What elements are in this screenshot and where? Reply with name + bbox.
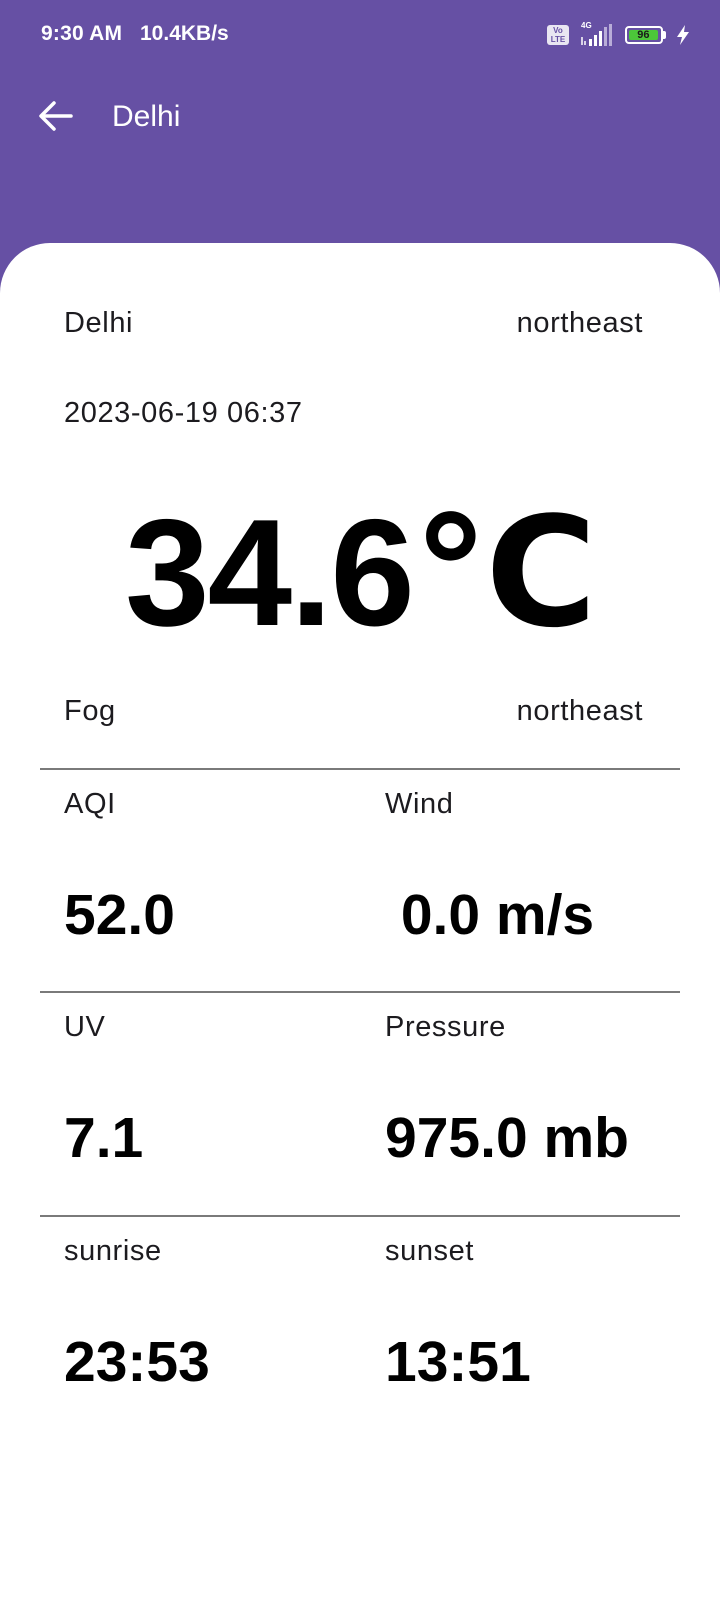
battery-icon: 96 bbox=[625, 26, 666, 44]
wind-direction-top: northeast bbox=[516, 307, 643, 339]
divider bbox=[40, 768, 680, 770]
temperature-value: 34.6℃ bbox=[125, 488, 597, 658]
status-icons: Vo LTE 4G 96 bbox=[547, 21, 690, 48]
weather-card: Delhi northeast 2023-06-19 06:37 34.6℃ F… bbox=[0, 243, 720, 1600]
pressure-value: 975.0 mb bbox=[385, 1106, 629, 1170]
network-type: 4G bbox=[581, 21, 592, 30]
sunrise-label: sunrise bbox=[64, 1235, 162, 1267]
toolbar: Delhi bbox=[0, 70, 720, 170]
status-bar: 9:30 AM 10.4KB/s Vo LTE 4G 96 bbox=[0, 0, 720, 70]
divider bbox=[40, 991, 680, 993]
pressure-label: Pressure bbox=[385, 1011, 506, 1043]
wind-label: Wind bbox=[385, 788, 454, 820]
aqi-value: 52.0 bbox=[64, 883, 175, 947]
wind-direction: northeast bbox=[516, 695, 643, 727]
sunrise-value: 23:53 bbox=[64, 1330, 210, 1394]
toolbar-title: Delhi bbox=[112, 100, 181, 133]
sunset-value: 13:51 bbox=[385, 1330, 531, 1394]
battery-level: 96 bbox=[629, 30, 658, 41]
wind-value: 0.0 m/s bbox=[385, 883, 595, 947]
status-time: 9:30 AM bbox=[41, 22, 123, 45]
divider bbox=[40, 1215, 680, 1217]
uv-label: UV bbox=[64, 1011, 106, 1043]
aqi-label: AQI bbox=[64, 788, 116, 820]
arrow-left-icon bbox=[39, 101, 73, 131]
observation-time: 2023-06-19 06:37 bbox=[64, 397, 303, 429]
charging-icon bbox=[677, 25, 689, 45]
volte-icon: Vo LTE bbox=[547, 25, 569, 45]
network-speed: 10.4KB/s bbox=[140, 22, 229, 45]
signal-icon: 4G bbox=[579, 21, 615, 47]
uv-value: 7.1 bbox=[64, 1106, 144, 1170]
city-name: Delhi bbox=[64, 307, 134, 339]
weather-condition: Fog bbox=[64, 695, 116, 727]
sunset-label: sunset bbox=[385, 1235, 475, 1267]
back-button[interactable] bbox=[28, 88, 84, 144]
